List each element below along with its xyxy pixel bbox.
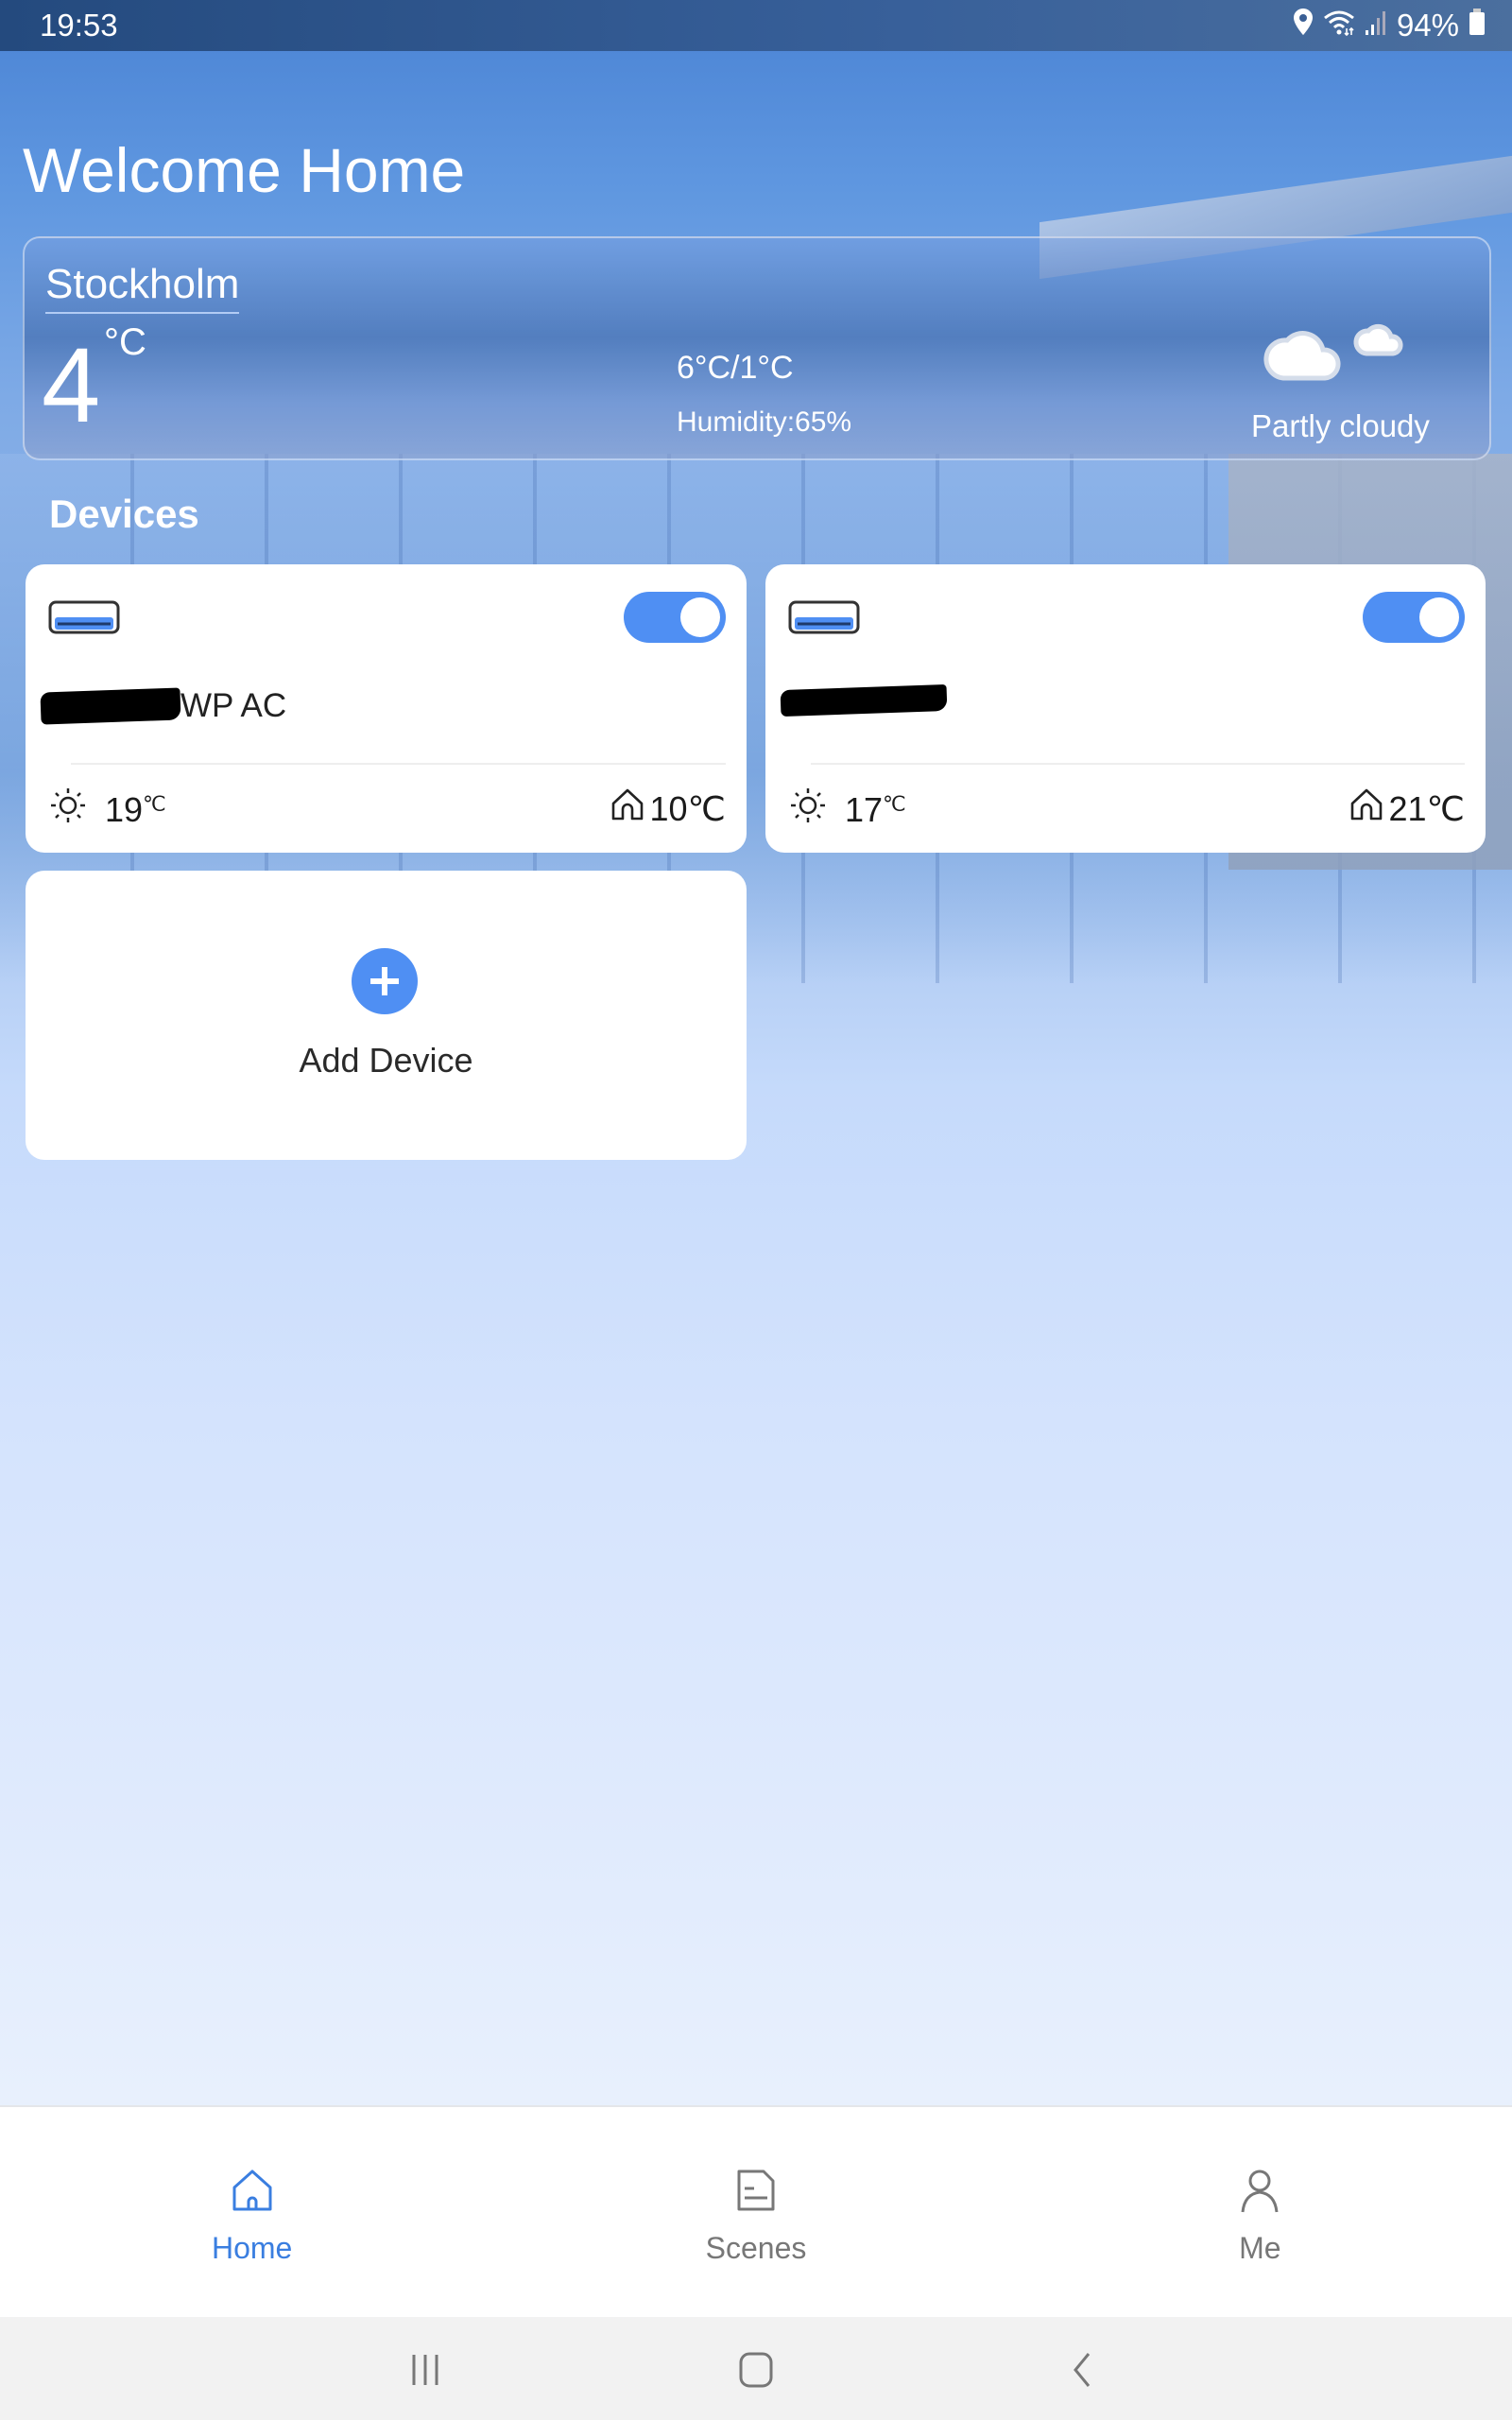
outdoor-temp-unit: ℃ <box>143 791 166 816</box>
outdoor-temp-unit: ℃ <box>883 791 906 816</box>
nav-item-scenes[interactable]: Scenes <box>504 2107 1007 2319</box>
battery-icon <box>1469 8 1486 43</box>
toggle-knob <box>680 597 720 637</box>
humidity: Humidity:65% <box>677 406 852 438</box>
system-navigation-bar <box>0 2317 1512 2420</box>
home-icon <box>230 2168 275 2218</box>
status-time: 19:53 <box>40 8 118 43</box>
devices-heading: Devices <box>49 492 199 536</box>
high-low-temperature: 6°C/1°C <box>677 350 794 386</box>
temperature-unit: °C <box>104 321 146 363</box>
card-divider <box>71 763 726 765</box>
outdoor-temperature: 17℃ <box>790 787 906 832</box>
nav-label-scenes: Scenes <box>705 2231 807 2265</box>
outdoor-temperature: 19℃ <box>50 787 166 832</box>
add-device-card[interactable]: Add Device <box>26 871 747 1160</box>
device-name <box>780 683 948 717</box>
add-device-label[interactable]: Add Device <box>26 1041 747 1080</box>
back-icon[interactable] <box>1068 2351 1096 2394</box>
device-card[interactable]: 17℃ 21℃ <box>765 564 1486 853</box>
battery-percent: 94% <box>1396 8 1459 43</box>
indoor-temp-value: 21℃ <box>1388 788 1465 828</box>
bottom-navigation: Home Scenes Me <box>0 2105 1512 2321</box>
location-icon <box>1293 8 1314 43</box>
device-power-toggle[interactable] <box>1363 592 1465 643</box>
current-temperature: 4 <box>42 326 101 444</box>
indoor-temperature: 10℃ <box>610 787 726 830</box>
sun-icon <box>790 787 826 832</box>
device-name: WP AC <box>40 687 287 725</box>
weather-condition: Partly cloudy <box>1251 408 1430 443</box>
indoor-temp-value: 10℃ <box>649 788 726 828</box>
house-icon <box>610 787 644 830</box>
house-icon <box>1349 787 1383 830</box>
status-icons: 94% <box>1293 8 1486 43</box>
scenes-icon <box>733 2168 779 2218</box>
outdoor-temp-value: 17 <box>845 789 884 829</box>
redacted-text <box>780 683 948 717</box>
person-icon <box>1237 2168 1282 2218</box>
redacted-text <box>40 687 181 725</box>
device-power-toggle[interactable] <box>624 592 726 643</box>
partly-cloudy-night-icon <box>1263 276 1414 389</box>
indoor-temperature: 21℃ <box>1349 787 1465 830</box>
card-divider <box>811 763 1465 765</box>
outdoor-temp-value: 19 <box>105 789 144 829</box>
nav-item-home[interactable]: Home <box>0 2107 504 2319</box>
status-bar: 19:53 94% <box>0 0 1512 51</box>
nav-label-home: Home <box>211 2231 293 2265</box>
plus-icon <box>370 967 399 995</box>
page-title: Welcome Home <box>23 135 466 205</box>
air-conditioner-icon <box>788 600 860 639</box>
recent-apps-icon[interactable] <box>406 2351 444 2394</box>
wifi-icon <box>1323 8 1355 43</box>
weather-card[interactable]: Stockholm 4 °C 6°C/1°C Humidity:65% Part… <box>23 236 1491 460</box>
air-conditioner-icon <box>48 600 120 639</box>
device-name-suffix: WP AC <box>180 687 287 724</box>
add-device-button[interactable] <box>352 948 418 1014</box>
toggle-knob <box>1419 597 1459 637</box>
sun-icon <box>50 787 86 832</box>
signal-icon <box>1365 8 1387 43</box>
weather-city[interactable]: Stockholm <box>45 261 240 314</box>
nav-item-me[interactable]: Me <box>1008 2107 1512 2319</box>
home-button-icon[interactable] <box>737 2351 775 2394</box>
device-card[interactable]: WP AC 19℃ 10℃ <box>26 564 747 853</box>
nav-label-me: Me <box>1239 2231 1281 2265</box>
